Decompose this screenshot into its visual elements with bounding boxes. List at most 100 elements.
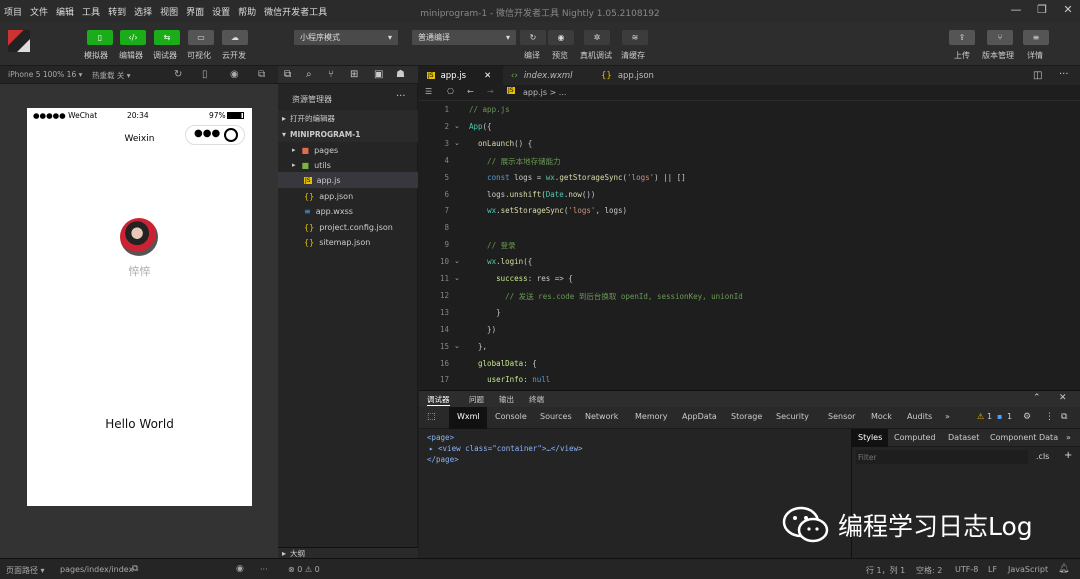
tab-more[interactable]: » [1066, 433, 1071, 442]
upload-icon[interactable]: ⇪ [949, 30, 975, 45]
tree-item-pages[interactable]: ▸ ■ pages [278, 142, 418, 158]
fold-chevron-icon[interactable]: ⌄ [454, 274, 460, 282]
tab-index-wxml[interactable]: ‹› index.wxml [503, 66, 593, 85]
copy-icon[interactable]: ⧉ [132, 564, 138, 574]
tab-mock[interactable]: Mock [871, 412, 892, 421]
close-icon[interactable]: ✕ [1058, 3, 1078, 19]
warning-count[interactable]: 1 [987, 412, 992, 421]
details-button[interactable]: 详情 [1027, 50, 1043, 61]
code-line[interactable]: success: res => { [469, 274, 573, 283]
docker-icon[interactable]: ☗ [396, 69, 405, 80]
more-icon[interactable]: ··· [396, 91, 406, 102]
tab-sensor[interactable]: Sensor [828, 412, 855, 421]
tab-terminal[interactable]: 终端 [529, 394, 544, 405]
record-icon[interactable]: ◉ [230, 69, 239, 80]
tab-sources[interactable]: Sources [540, 412, 572, 421]
hot-reload-toggle[interactable]: 热重载 关 ▾ [92, 70, 131, 81]
project-section[interactable]: ▾ MINIPROGRAM-1 [278, 126, 418, 142]
code-line[interactable]: globalData: { [469, 359, 537, 368]
menu-tools[interactable]: 工具 [78, 5, 104, 18]
tab-appdata[interactable]: AppData [682, 412, 717, 421]
code-line[interactable]: wx.login({ [469, 257, 532, 266]
code-line[interactable]: // 登录 [469, 240, 516, 251]
tree-item-utils[interactable]: ▸ ■ utils [278, 157, 418, 173]
tab-memory[interactable]: Memory [635, 412, 668, 421]
visual-button[interactable]: 可视化 [187, 50, 211, 61]
code-line[interactable]: }, [469, 342, 487, 351]
wxml-node-view[interactable]: ▸ <view class="container">…</view> [429, 444, 583, 453]
code-line[interactable]: // 发送 res.code 到后台换取 openId, sessionKey,… [469, 291, 743, 302]
indent-spaces[interactable]: 空格: 2 [916, 565, 942, 576]
problems-counter[interactable]: ⊗ 0 ⚠ 0 [288, 565, 320, 574]
tab-wxml[interactable]: Wxml [457, 412, 480, 421]
filter-input[interactable] [856, 450, 1028, 464]
menu-interface[interactable]: 界面 [182, 5, 208, 18]
code-line[interactable]: onLaunch() { [469, 139, 532, 148]
debugger-icon[interactable]: ⇆ [154, 30, 180, 45]
breadcrumb-path[interactable]: app.js > ... [523, 88, 566, 97]
back-icon[interactable]: ← [467, 87, 474, 96]
cloud-icon[interactable]: ☁ [222, 30, 248, 45]
search-icon[interactable]: ⌕ [306, 69, 312, 80]
tree-item-sitemap[interactable]: {} sitemap.json [278, 234, 418, 250]
user-avatar[interactable] [8, 30, 30, 52]
mode-select[interactable]: 小程序模式 ▾ [294, 30, 398, 45]
split-editor-icon[interactable]: ◫ [1033, 70, 1042, 81]
rotate-icon[interactable]: ↻ [174, 69, 182, 80]
bookmark-icon[interactable]: ⎔ [447, 87, 454, 96]
message-count[interactable]: 1 [1007, 412, 1012, 421]
upload-button[interactable]: 上传 [954, 50, 970, 61]
menu-help[interactable]: 帮助 [234, 5, 260, 18]
wxml-node-page-open[interactable]: <page> [427, 433, 454, 442]
phone-icon[interactable]: ▯ [202, 69, 208, 80]
encoding[interactable]: UTF-8 [955, 565, 978, 574]
remote-debug-button[interactable]: 真机调试 [580, 50, 612, 61]
gear-icon[interactable]: ⚙ [1023, 412, 1031, 422]
code-line[interactable]: wx.setStorageSync('logs', logs) [469, 206, 627, 215]
branch-icon[interactable]: ⑂ [987, 30, 1013, 45]
cursor-position[interactable]: 行 1，列 1 [866, 565, 905, 576]
compile-button[interactable]: 编译 [524, 50, 540, 61]
layers-icon[interactable]: ≋ [622, 30, 648, 45]
dock-icon[interactable]: ⧉ [1061, 412, 1067, 422]
details-icon[interactable]: ≡ [1023, 30, 1049, 45]
tab-app-js[interactable]: JS app.js ✕ [419, 66, 503, 85]
fold-chevron-icon[interactable]: ⌄ [454, 122, 460, 130]
device-select[interactable]: iPhone 5 100% 16 ▾ [8, 70, 82, 79]
close-icon[interactable]: ✕ [484, 71, 491, 81]
tree-item-project-config[interactable]: {} project.config.json [278, 219, 418, 235]
wxml-node-page-close[interactable]: </page> [427, 455, 459, 464]
list-icon[interactable]: ☰ [425, 87, 432, 96]
tab-styles[interactable]: Styles [858, 433, 882, 442]
open-editors-section[interactable]: ▸ 打开的编辑器 [278, 110, 418, 126]
fold-chevron-icon[interactable]: ⌄ [454, 342, 460, 350]
cloud-button[interactable]: 云开发 [222, 50, 246, 61]
debugger-button[interactable]: 调试器 [153, 50, 177, 61]
files-icon[interactable]: ⧉ [284, 69, 291, 80]
code-line[interactable]: App({ [469, 122, 492, 131]
git-icon[interactable]: ⑂ [328, 69, 334, 80]
capsule-menu[interactable]: ●●● [185, 125, 245, 145]
chevron-up-icon[interactable]: ⌃ [1033, 393, 1041, 403]
menu-select[interactable]: 选择 [130, 5, 156, 18]
tab-output[interactable]: 输出 [499, 394, 514, 405]
eol[interactable]: LF [988, 565, 997, 574]
clear-cache-button[interactable]: 清缓存 [621, 50, 645, 61]
tab-computed[interactable]: Computed [894, 433, 936, 442]
page-path-label[interactable]: 页面路径 ▾ [6, 565, 45, 576]
more-dots-icon[interactable]: ●●● [194, 128, 220, 139]
inspect-icon[interactable]: ⬚ [427, 412, 436, 422]
minimize-icon[interactable]: — [1006, 3, 1026, 19]
tab-debugger[interactable]: 调试器 [427, 394, 450, 406]
tab-dataset[interactable]: Dataset [948, 433, 979, 442]
tree-item-app-wxss[interactable]: ≡ app.wxss [278, 203, 418, 219]
cls-toggle[interactable]: .cls [1036, 452, 1049, 461]
tab-console[interactable]: Console [495, 412, 527, 421]
preview-button[interactable]: 预览 [552, 50, 568, 61]
code-line[interactable]: userInfo: null [469, 375, 550, 384]
code-line[interactable]: // 展示本地存储能力 [469, 156, 561, 167]
menu-goto[interactable]: 转到 [104, 5, 130, 18]
code-line[interactable]: }) [469, 325, 496, 334]
more-icon[interactable]: ··· [260, 565, 268, 574]
menu-wechat-devtools[interactable]: 微信开发者工具 [260, 5, 331, 18]
